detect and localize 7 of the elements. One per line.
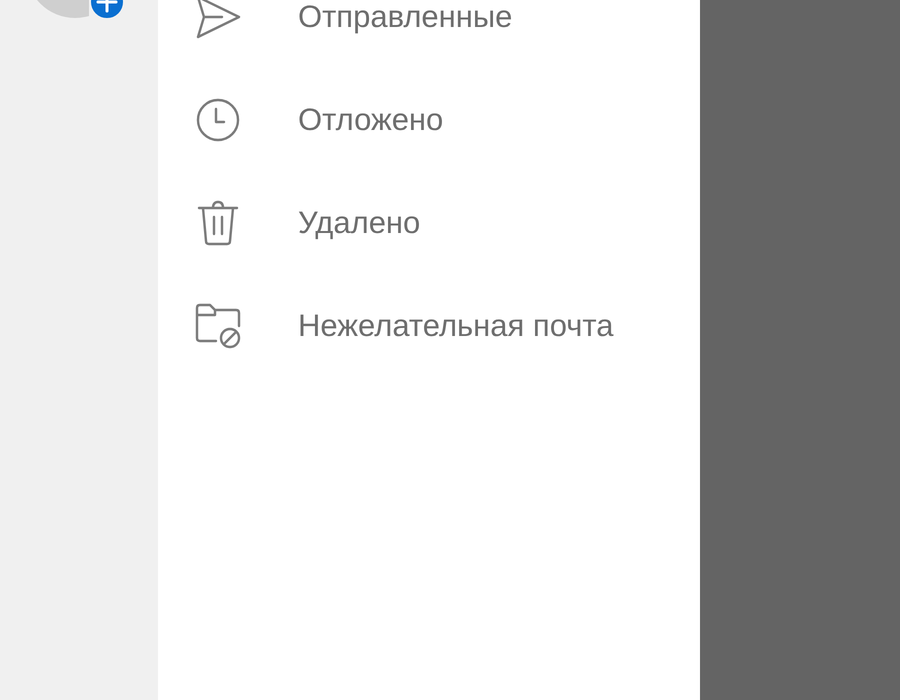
dim-overlay[interactable] bbox=[700, 0, 900, 700]
folder-item[interactable]: Удалено bbox=[158, 171, 700, 274]
folder-item[interactable]: Отправленные bbox=[158, 0, 700, 68]
folder-block-icon bbox=[194, 302, 242, 350]
paper-plane-icon bbox=[194, 0, 242, 40]
folder-item[interactable]: Нежелательная почта bbox=[158, 274, 700, 377]
folder-item[interactable]: Отложено bbox=[158, 68, 700, 171]
